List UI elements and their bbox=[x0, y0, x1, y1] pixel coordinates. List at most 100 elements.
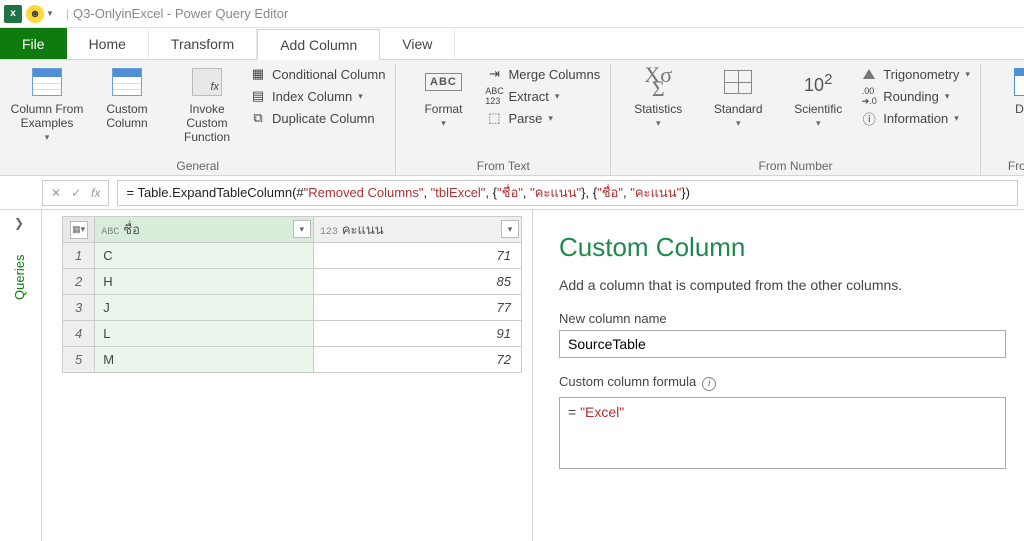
table-options-icon[interactable]: ▦▾ bbox=[70, 221, 88, 239]
confirm-formula-icon[interactable]: ✓ bbox=[71, 186, 81, 200]
cell-score[interactable]: 85 bbox=[313, 269, 521, 295]
queries-label: Queries bbox=[12, 254, 27, 300]
main-area: ❯ Queries ▦▾ ABCชื่อ▾ 123คะแนน▾ 1C712H85… bbox=[0, 210, 1024, 541]
formula-label: Custom column formula bbox=[559, 374, 696, 389]
formula-editor[interactable]: = "Excel" bbox=[559, 397, 1006, 469]
statistics-button[interactable]: ΧσΣ Statistics bbox=[621, 66, 695, 130]
parse-button[interactable]: ⬚ Parse bbox=[486, 110, 600, 126]
ribbon-group-from-number: ΧσΣ Statistics Standard 102 Scientific T… bbox=[611, 64, 981, 175]
group-label-from-text: From Text bbox=[406, 155, 600, 175]
tab-transform[interactable]: Transform bbox=[149, 28, 257, 59]
table-row[interactable]: 4L91 bbox=[63, 321, 522, 347]
extract-button[interactable]: ABC123Extract bbox=[486, 88, 600, 104]
cell-score[interactable]: 72 bbox=[313, 347, 521, 373]
format-button[interactable]: ABC Format bbox=[406, 66, 480, 130]
row-number: 2 bbox=[63, 269, 95, 295]
cell-score[interactable]: 77 bbox=[313, 295, 521, 321]
title-separator: | bbox=[66, 7, 69, 21]
standard-button[interactable]: Standard bbox=[701, 66, 775, 130]
fx-label-icon: fx bbox=[91, 186, 100, 200]
custom-column-panel: Custom Column Add a column that is compu… bbox=[532, 210, 1024, 541]
data-grid: ▦▾ ABCชื่อ▾ 123คะแนน▾ 1C712H853J774L915M… bbox=[62, 216, 522, 373]
merge-columns-button[interactable]: ⇥Merge Columns bbox=[486, 66, 600, 82]
qat-dropdown[interactable]: ▼ bbox=[46, 9, 54, 18]
table-row[interactable]: 1C71 bbox=[63, 243, 522, 269]
cell-name[interactable]: C bbox=[95, 243, 314, 269]
duplicate-icon: ⧉ bbox=[250, 110, 266, 126]
tab-add-column[interactable]: Add Column bbox=[257, 29, 380, 60]
cancel-formula-icon[interactable]: ✕ bbox=[51, 186, 61, 200]
scientific-button[interactable]: 102 Scientific bbox=[781, 66, 855, 130]
duplicate-column-button[interactable]: ⧉Duplicate Column bbox=[250, 110, 385, 126]
trigonometry-button[interactable]: Trigonometry bbox=[861, 66, 970, 82]
btn-label: Statistics bbox=[634, 102, 682, 116]
ten-squared-icon: 102 bbox=[804, 73, 832, 92]
extract-icon: ABC123 bbox=[486, 88, 502, 104]
ribbon-group-from-date: Date From D bbox=[981, 64, 1024, 175]
custom-column-button[interactable]: Custom Column bbox=[90, 66, 164, 130]
index-icon: ▤ bbox=[250, 88, 266, 104]
triangle-icon bbox=[861, 66, 877, 82]
type-text-icon: ABC bbox=[101, 227, 119, 238]
btn-label: Trigonometry bbox=[883, 67, 959, 82]
invoke-custom-function-button[interactable]: fx Invoke Custom Function bbox=[170, 66, 244, 144]
table-spark-icon bbox=[112, 68, 142, 96]
column-filter-dropdown[interactable]: ▾ bbox=[293, 220, 311, 238]
tab-home[interactable]: Home bbox=[67, 28, 149, 59]
column-header-score[interactable]: 123คะแนน▾ bbox=[313, 217, 521, 243]
formula-input[interactable]: = Table.ExpandTableColumn(#"Removed Colu… bbox=[117, 180, 1018, 206]
rounding-button[interactable]: .00➔.0Rounding bbox=[861, 88, 970, 104]
date-button[interactable]: Date bbox=[991, 66, 1024, 130]
column-name: ชื่อ bbox=[123, 222, 140, 237]
column-header-name[interactable]: ABC ชื่อ ▾ bbox=[95, 217, 314, 243]
conditional-column-button[interactable]: ▦Conditional Column bbox=[250, 66, 385, 82]
column-name: คะแนน bbox=[342, 222, 384, 237]
cell-name[interactable]: M bbox=[95, 347, 314, 373]
formula-prefix: = bbox=[568, 404, 580, 420]
formula-controls: ✕ ✓ fx bbox=[42, 180, 109, 206]
btn-label: Format bbox=[424, 102, 462, 116]
tab-file[interactable]: File bbox=[0, 28, 67, 59]
excel-icon: x bbox=[4, 5, 22, 23]
btn-label: Custom Column bbox=[106, 102, 147, 130]
table-row[interactable]: 3J77 bbox=[63, 295, 522, 321]
column-filter-dropdown[interactable]: ▾ bbox=[501, 220, 519, 238]
column-name-input[interactable] bbox=[559, 330, 1006, 358]
cell-score[interactable]: 91 bbox=[313, 321, 521, 347]
grid-corner[interactable]: ▦▾ bbox=[63, 217, 95, 243]
column-from-examples-button[interactable]: Column From Examples bbox=[10, 66, 84, 144]
table-row[interactable]: 2H85 bbox=[63, 269, 522, 295]
sigma-icon: ΧσΣ bbox=[644, 68, 672, 96]
btn-label: Column From Examples bbox=[11, 102, 84, 130]
queries-pane-collapsed[interactable]: ❯ Queries bbox=[0, 210, 42, 541]
data-preview-pane: ▦▾ ABCชื่อ▾ 123คะแนน▾ 1C712H853J774L915M… bbox=[42, 210, 532, 541]
tab-view[interactable]: View bbox=[380, 28, 455, 59]
group-label-from-date: From D bbox=[991, 155, 1024, 175]
row-number: 3 bbox=[63, 295, 95, 321]
info-icon[interactable]: i bbox=[702, 377, 716, 391]
smiley-icon[interactable]: ☻ bbox=[26, 5, 44, 23]
btn-label: Parse bbox=[508, 111, 542, 126]
rounding-icon: .00➔.0 bbox=[861, 88, 877, 104]
formula-value: "Excel" bbox=[580, 404, 624, 420]
index-column-button[interactable]: ▤Index Column bbox=[250, 88, 385, 104]
cell-score[interactable]: 71 bbox=[313, 243, 521, 269]
cell-name[interactable]: H bbox=[95, 269, 314, 295]
btn-label: Date bbox=[1015, 102, 1024, 116]
information-button[interactable]: ⓘInformation bbox=[861, 110, 970, 126]
calendar-icon bbox=[1014, 68, 1024, 96]
window-title: Q3-OnlyinExcel - Power Query Editor bbox=[73, 6, 288, 21]
row-number: 5 bbox=[63, 347, 95, 373]
abc-icon: ABC bbox=[425, 73, 462, 91]
btn-label: Merge Columns bbox=[508, 67, 600, 82]
table-star-icon bbox=[32, 68, 62, 96]
panel-description: Add a column that is computed from the o… bbox=[559, 277, 1006, 293]
cell-name[interactable]: L bbox=[95, 321, 314, 347]
row-number: 4 bbox=[63, 321, 95, 347]
cell-name[interactable]: J bbox=[95, 295, 314, 321]
parse-icon: ⬚ bbox=[486, 110, 502, 126]
table-row[interactable]: 5M72 bbox=[63, 347, 522, 373]
info-icon: ⓘ bbox=[861, 110, 877, 126]
formula-bar: ✕ ✓ fx = Table.ExpandTableColumn(#"Remov… bbox=[0, 176, 1024, 210]
ribbon: Column From Examples Custom Column fx In… bbox=[0, 60, 1024, 176]
